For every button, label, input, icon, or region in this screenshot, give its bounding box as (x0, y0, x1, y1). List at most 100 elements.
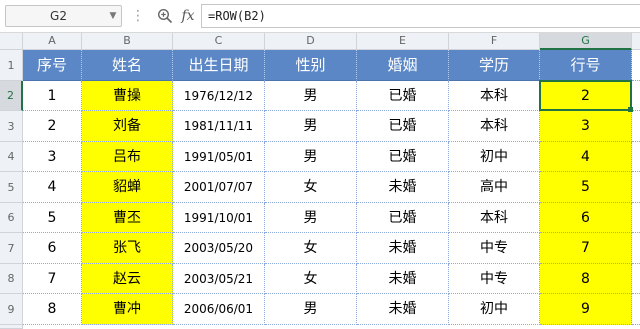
table-cell-f7[interactable]: 中专 (449, 233, 540, 264)
select-all-corner[interactable] (0, 33, 23, 50)
header-cell-d[interactable]: 性别 (265, 50, 357, 81)
formula-input[interactable]: =ROW(B2) (201, 4, 640, 28)
table-cell-b4[interactable]: 吕布 (82, 142, 173, 172)
row-header-10[interactable] (0, 325, 23, 329)
table-cell-f2[interactable]: 本科 (449, 81, 540, 111)
table-cell-f6[interactable]: 本科 (449, 203, 540, 233)
table-cell-g2[interactable]: 2 (540, 81, 632, 111)
drag-handle-icon[interactable]: ⋮ (131, 6, 145, 26)
table-cell-g8[interactable]: 8 (540, 264, 632, 294)
empty-cell-h8[interactable] (632, 264, 640, 294)
table-cell-d8[interactable]: 女 (265, 264, 357, 294)
column-header-c[interactable]: C (173, 33, 265, 50)
header-cell-g[interactable]: 行号 (540, 50, 632, 81)
row-header-7[interactable]: 7 (0, 233, 23, 264)
table-cell-d6[interactable]: 男 (265, 203, 357, 233)
table-cell-c3[interactable]: 1981/11/11 (173, 111, 265, 142)
table-cell-b2[interactable]: 曹操 (82, 81, 173, 111)
table-cell-a2[interactable]: 1 (23, 81, 82, 111)
table-cell-c9[interactable]: 2006/06/01 (173, 294, 265, 325)
column-header-a[interactable]: A (23, 33, 82, 50)
table-cell-d4[interactable]: 男 (265, 142, 357, 172)
column-header-e[interactable]: E (357, 33, 449, 50)
table-cell-a6[interactable]: 5 (23, 203, 82, 233)
table-cell-f3[interactable]: 本科 (449, 111, 540, 142)
empty-cell-h9[interactable] (632, 294, 640, 325)
empty-cell-h7[interactable] (632, 233, 640, 264)
empty-cell-h6[interactable] (632, 203, 640, 233)
table-cell-b9[interactable]: 曹冲 (82, 294, 173, 325)
table-cell-a4[interactable]: 3 (23, 142, 82, 172)
table-cell-d7[interactable]: 女 (265, 233, 357, 264)
header-cell-f[interactable]: 学历 (449, 50, 540, 81)
table-cell-e7[interactable]: 未婚 (357, 233, 449, 264)
table-cell-b6[interactable]: 曹丕 (82, 203, 173, 233)
table-cell-g3[interactable]: 3 (540, 111, 632, 142)
table-cell-e4[interactable]: 已婚 (357, 142, 449, 172)
row-header-9[interactable]: 9 (0, 294, 23, 325)
table-cell-a7[interactable]: 6 (23, 233, 82, 264)
column-header-d[interactable]: D (265, 33, 357, 50)
table-cell-d5[interactable]: 女 (265, 172, 357, 203)
empty-cell-h4[interactable] (632, 142, 640, 172)
row-header-6[interactable]: 6 (0, 203, 23, 233)
table-cell-e9[interactable]: 未婚 (357, 294, 449, 325)
row-header-5[interactable]: 5 (0, 172, 23, 203)
table-cell-b3[interactable]: 刘备 (82, 111, 173, 142)
row-header-1[interactable]: 1 (0, 50, 23, 81)
table-cell-g5[interactable]: 5 (540, 172, 632, 203)
table-cell-b5[interactable]: 貂蝉 (82, 172, 173, 203)
table-cell-g9[interactable]: 9 (540, 294, 632, 325)
empty-cell-h5[interactable] (632, 172, 640, 203)
row-header-4[interactable]: 4 (0, 142, 23, 172)
table-cell-a9[interactable]: 8 (23, 294, 82, 325)
table-cell-g4[interactable]: 4 (540, 142, 632, 172)
table-cell-c6[interactable]: 1991/10/01 (173, 203, 265, 233)
chevron-down-icon[interactable]: ▼ (108, 6, 118, 26)
column-header-g[interactable]: G (540, 33, 632, 50)
table-cell-e5[interactable]: 未婚 (357, 172, 449, 203)
column-header-f[interactable]: F (449, 33, 540, 50)
table-cell-b8[interactable]: 赵云 (82, 264, 173, 294)
magnifier-icon[interactable] (157, 8, 173, 24)
table-cell-f8[interactable]: 中专 (449, 264, 540, 294)
table-cell-c2[interactable]: 1976/12/12 (173, 81, 265, 111)
row-header-3[interactable]: 3 (0, 111, 23, 142)
table-cell-e6[interactable]: 已婚 (357, 203, 449, 233)
name-box-value[interactable]: G2 (6, 6, 111, 26)
name-box[interactable]: G2 ▼ (5, 5, 122, 27)
table-cell-a8[interactable]: 7 (23, 264, 82, 294)
table-cell-g7[interactable]: 7 (540, 233, 632, 264)
formula-text[interactable]: =ROW(B2) (208, 5, 266, 27)
empty-cell-h1[interactable] (632, 50, 640, 81)
table-cell-b7[interactable]: 张飞 (82, 233, 173, 264)
fill-handle[interactable] (628, 107, 633, 112)
table-cell-e3[interactable]: 已婚 (357, 111, 449, 142)
table-cell-e8[interactable]: 未婚 (357, 264, 449, 294)
table-cell-a3[interactable]: 2 (23, 111, 82, 142)
table-cell-f4[interactable]: 初中 (449, 142, 540, 172)
column-header-blank (632, 33, 640, 50)
empty-cell-h3[interactable] (632, 111, 640, 142)
table-cell-d9[interactable]: 男 (265, 294, 357, 325)
table-cell-f5[interactable]: 高中 (449, 172, 540, 203)
row-header-8[interactable]: 8 (0, 264, 23, 294)
table-cell-a5[interactable]: 4 (23, 172, 82, 203)
table-cell-d2[interactable]: 男 (265, 81, 357, 111)
table-cell-c7[interactable]: 2003/05/20 (173, 233, 265, 264)
table-cell-f9[interactable]: 初中 (449, 294, 540, 325)
row-header-2[interactable]: 2 (0, 81, 23, 111)
empty-cell-h2[interactable] (632, 81, 640, 111)
header-cell-b[interactable]: 姓名 (82, 50, 173, 81)
header-cell-c[interactable]: 出生日期 (173, 50, 265, 81)
table-cell-e2[interactable]: 已婚 (357, 81, 449, 111)
column-header-b[interactable]: B (82, 33, 173, 50)
table-cell-c5[interactable]: 2001/07/07 (173, 172, 265, 203)
table-cell-c8[interactable]: 2003/05/21 (173, 264, 265, 294)
header-cell-a[interactable]: 序号 (23, 50, 82, 81)
table-cell-d3[interactable]: 男 (265, 111, 357, 142)
table-cell-c4[interactable]: 1991/05/01 (173, 142, 265, 172)
header-cell-e[interactable]: 婚姻 (357, 50, 449, 81)
fx-icon[interactable]: fx (179, 5, 197, 27)
table-cell-g6[interactable]: 6 (540, 203, 632, 233)
